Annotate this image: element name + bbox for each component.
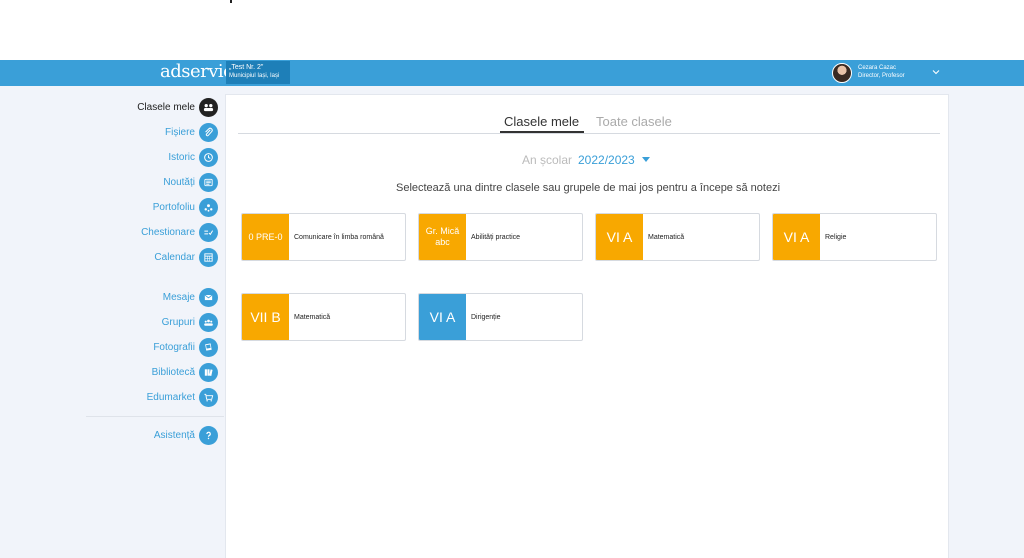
class-name: VII B xyxy=(250,309,281,325)
class-name: VI A xyxy=(606,229,633,245)
user-name[interactable]: Cezara Cazac xyxy=(858,64,896,72)
class-badge: VI A xyxy=(419,294,466,340)
main-panel: Clasele mele Toate clasele An școlar 202… xyxy=(225,94,949,558)
school-year-selector: An școlar 2022/2023 xyxy=(226,153,950,169)
subject-name: Dirigenție xyxy=(471,313,501,321)
sidebar-item-label: Istoric xyxy=(168,151,195,163)
sidebar-item-clasele-mele[interactable]: Clasele mele xyxy=(137,97,218,117)
top-dot xyxy=(230,0,232,3)
calendar-icon xyxy=(199,247,218,267)
sidebar-item-biblioteca[interactable]: Bibliotecă xyxy=(152,362,218,382)
instructions-text: Selectează una dintre clasele sau grupel… xyxy=(395,182,781,194)
sidebar-item-label: Noutăți xyxy=(163,176,195,188)
school-year-value[interactable]: 2022/2023 xyxy=(578,153,635,167)
active-tab-indicator xyxy=(500,131,584,133)
sidebar-item-label: Portofoliu xyxy=(152,201,195,213)
sidebar-item-grupuri[interactable]: Grupuri xyxy=(162,312,218,332)
tab-clasele-mele[interactable]: Clasele mele xyxy=(504,114,579,130)
paperclip-icon xyxy=(199,122,218,142)
tab-toate-clasele[interactable]: Toate clasele xyxy=(596,114,672,130)
sidebar-item-fotografii[interactable]: Fotografii xyxy=(153,337,218,357)
sidebar-item-portofoliu[interactable]: Portofoliu xyxy=(153,197,218,217)
class-name: 0 PRE-0 xyxy=(248,232,283,242)
class-badge: VI A xyxy=(596,214,643,260)
class-badge: VII B xyxy=(242,294,289,340)
class-name: Gr. Mică abc xyxy=(425,226,460,247)
news-icon xyxy=(199,172,218,192)
sidebar-item-label: Chestionare xyxy=(141,226,195,238)
sidebar-item-label: Bibliotecă xyxy=(151,366,195,378)
sidebar-item-label: Asistență xyxy=(153,429,195,441)
school-year-label: An școlar xyxy=(522,153,573,167)
class-card[interactable]: Gr. Mică abc Abilități practice xyxy=(418,213,583,261)
sidebar-item-edumarket[interactable]: Edumarket xyxy=(147,387,218,407)
subject-name: Religie xyxy=(825,233,847,241)
avatar[interactable] xyxy=(832,63,852,83)
class-badge: VI A xyxy=(773,214,820,260)
tab-bar: Clasele mele Toate clasele xyxy=(238,113,940,134)
mail-icon xyxy=(199,287,218,307)
sidebar-item-mesaje[interactable]: Mesaje xyxy=(163,287,218,307)
sidebar-item-noutati[interactable]: Noutăți xyxy=(163,172,218,192)
class-badge: Gr. Mică abc xyxy=(419,214,466,260)
sidebar-item-label: Grupuri xyxy=(161,316,195,328)
class-card[interactable]: VI A Matematică xyxy=(595,213,760,261)
sidebar-item-calendar[interactable]: Calendar xyxy=(154,247,218,267)
history-icon xyxy=(199,147,218,167)
questionnaire-icon xyxy=(199,222,218,242)
chevron-down-icon[interactable] xyxy=(931,67,941,77)
class-card[interactable]: VI A Religie xyxy=(772,213,937,261)
sidebar-item-asistenta[interactable]: Asistență xyxy=(154,425,218,445)
sidebar-item-istoric[interactable]: Istoric xyxy=(168,147,218,167)
sidebar-item-label: Edumarket xyxy=(146,391,195,403)
help-icon xyxy=(199,425,218,445)
subject-name: Matematică xyxy=(294,313,331,321)
logo[interactable]: adservio xyxy=(160,62,234,82)
groups-icon xyxy=(199,312,218,332)
top-bar: adservio „Test Nr. 2" Municipiul Iași, I… xyxy=(0,60,1024,86)
class-badge: 0 PRE-0 xyxy=(242,214,289,260)
caret-down-icon[interactable] xyxy=(642,157,650,163)
class-card[interactable]: VII B Matematică xyxy=(241,293,406,341)
user-role: Director, Profesor xyxy=(858,73,905,79)
class-card[interactable]: VI A Dirigenție xyxy=(418,293,583,341)
library-icon xyxy=(199,362,218,382)
users-icon xyxy=(199,97,218,117)
subject-name: Matematică xyxy=(648,233,685,241)
class-card[interactable]: 0 PRE-0 Comunicare în limba română xyxy=(241,213,406,261)
school-selector[interactable]: „Test Nr. 2" Municipiul Iași, Iași xyxy=(226,61,290,84)
class-name: VI A xyxy=(429,309,456,325)
sidebar-item-label: Calendar xyxy=(154,251,195,263)
sidebar-item-label: Fotografii xyxy=(153,341,195,353)
subject-name: Comunicare în limba română xyxy=(294,233,384,241)
cart-icon xyxy=(199,387,218,407)
school-city: Municipiul Iași, Iași xyxy=(229,73,280,79)
subject-name: Abilități practice xyxy=(471,233,521,241)
sidebar-item-label: Mesaje xyxy=(162,291,195,303)
sidebar-item-fisiere[interactable]: Fișiere xyxy=(165,122,218,142)
sidebar-item-label: Clasele mele xyxy=(137,101,195,113)
photos-icon xyxy=(199,337,218,357)
school-name: „Test Nr. 2" xyxy=(229,64,264,71)
sidebar-item-chestionare[interactable]: Chestionare xyxy=(141,222,218,242)
sidebar-divider xyxy=(86,416,224,417)
portfolio-icon xyxy=(199,197,218,217)
class-name: VI A xyxy=(783,229,810,245)
sidebar-item-label: Fișiere xyxy=(164,126,195,138)
